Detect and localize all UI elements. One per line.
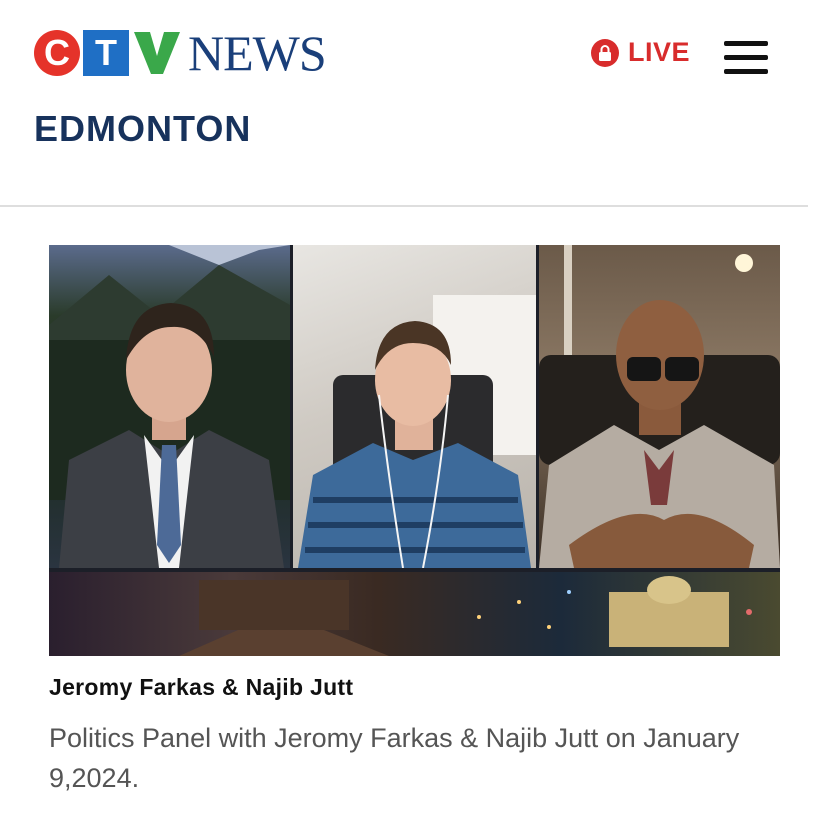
video-title[interactable]: Jeromy Farkas & Najib Jutt (49, 674, 353, 701)
video-thumbnail[interactable] (49, 245, 780, 656)
city-edition-label: EDMONTON (34, 108, 252, 149)
live-label: LIVE (628, 37, 691, 67)
anchor-panel-image (49, 245, 290, 568)
live-button[interactable]: LIVE (591, 37, 690, 68)
hamburger-menu-icon[interactable] (724, 41, 768, 75)
lock-icon (591, 38, 619, 67)
logo-word-news: NEWS (188, 25, 327, 81)
logo-letter-v (132, 30, 182, 76)
ctv-news-logo[interactable]: C T NEWS (34, 25, 327, 81)
header-divider (0, 205, 808, 207)
video-description: Politics Panel with Jeromy Farkas & Naji… (49, 723, 740, 793)
guest-two-panel-image (539, 245, 780, 568)
guest-one-panel-image (293, 245, 536, 568)
logo-letter-c: C (34, 30, 80, 76)
logo-letter-t: T (83, 30, 129, 76)
edmonton-skyline-banner (49, 572, 780, 656)
